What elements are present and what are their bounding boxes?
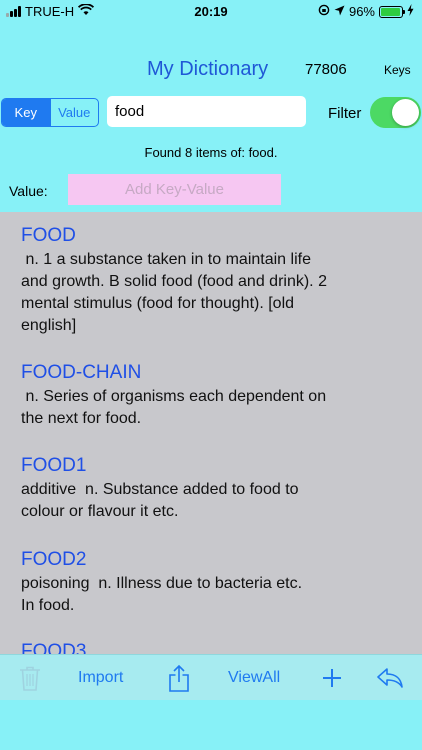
plus-icon bbox=[322, 668, 342, 688]
list-item[interactable]: FOOD-CHAIN n. Series of organisms each d… bbox=[21, 360, 391, 430]
reply-button[interactable] bbox=[376, 655, 404, 701]
page-title: My Dictionary bbox=[147, 58, 269, 80]
entry-key: FOOD bbox=[21, 225, 76, 246]
toggle-knob bbox=[392, 99, 419, 126]
reply-icon bbox=[376, 667, 404, 689]
share-button[interactable] bbox=[168, 655, 190, 701]
status-right: 96% bbox=[318, 4, 414, 19]
bottom-toolbar: Import ViewAll bbox=[0, 654, 422, 700]
share-icon bbox=[168, 664, 190, 692]
results-count-text: Found 8 items of: food. bbox=[144, 145, 278, 160]
import-button[interactable]: Import bbox=[78, 655, 123, 701]
entry-definition: poisoning n. Illness due to bacteria etc… bbox=[21, 575, 303, 614]
keys-label: Keys bbox=[384, 63, 411, 77]
results-list[interactable]: FOOD n. 1 a substance taken in to mainta… bbox=[0, 212, 422, 654]
filter-toggle[interactable] bbox=[370, 97, 421, 128]
battery-percent: 96% bbox=[348, 4, 375, 19]
entry-definition: n. Series of organisms each dependent on… bbox=[21, 388, 327, 427]
list-item[interactable]: FOOD1 additive n. Substance added to foo… bbox=[21, 453, 391, 523]
entry-key: FOOD3 bbox=[21, 641, 87, 654]
entry-key: FOOD2 bbox=[21, 549, 87, 570]
view-all-button[interactable]: ViewAll bbox=[228, 655, 280, 701]
filter-label: Filter bbox=[328, 105, 362, 122]
charging-icon bbox=[407, 4, 414, 19]
bottom-safe-area bbox=[0, 700, 422, 750]
entry-definition: n. 1 a substance taken in to maintain li… bbox=[21, 251, 327, 334]
orientation-lock-icon bbox=[318, 4, 330, 19]
location-icon bbox=[334, 4, 345, 19]
search-input[interactable] bbox=[107, 96, 306, 127]
search-mode-segmented-control: Key Value bbox=[1, 98, 99, 127]
add-button[interactable] bbox=[322, 655, 342, 701]
battery-icon bbox=[379, 5, 405, 18]
segment-value[interactable]: Value bbox=[49, 99, 99, 126]
list-item[interactable]: FOOD n. 1 a substance taken in to mainta… bbox=[21, 223, 391, 337]
status-bar: TRUE-H 20:19 96% bbox=[0, 0, 422, 22]
entry-key: FOOD-CHAIN bbox=[21, 362, 142, 383]
list-item[interactable]: FOOD2 poisoning n. Illness due to bacter… bbox=[21, 547, 391, 617]
add-key-value-input[interactable] bbox=[68, 174, 281, 205]
trash-button[interactable] bbox=[19, 655, 41, 701]
entry-key: FOOD1 bbox=[21, 455, 87, 476]
list-item[interactable]: FOOD3 bbox=[21, 639, 391, 654]
trash-icon bbox=[19, 665, 41, 691]
segment-key[interactable]: Key bbox=[2, 99, 50, 126]
entry-definition: additive n. Substance added to food to c… bbox=[21, 481, 299, 520]
value-label: Value: bbox=[9, 183, 48, 199]
battery-fill bbox=[381, 7, 401, 16]
key-count: 77806 bbox=[305, 61, 347, 78]
